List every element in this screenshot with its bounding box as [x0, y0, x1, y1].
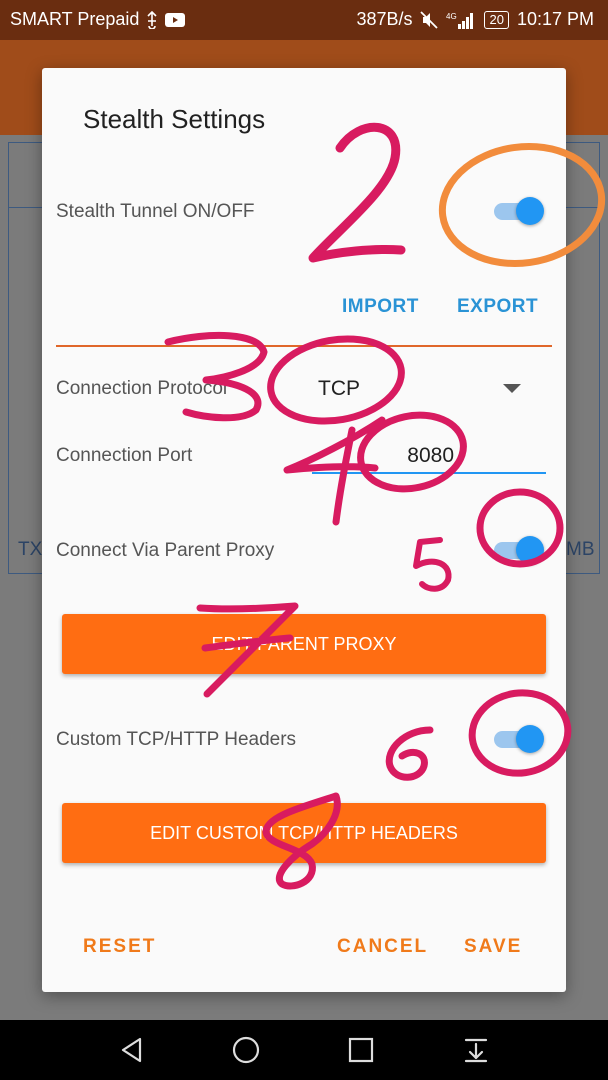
mute-icon: [420, 10, 439, 29]
connection-port-input[interactable]: [312, 440, 546, 474]
battery-level: 20: [484, 10, 509, 29]
back-icon[interactable]: [112, 1032, 152, 1068]
edit-custom-headers-button[interactable]: EDIT CUSTOM TCP/HTTP HEADERS: [62, 803, 546, 863]
save-button[interactable]: SAVE: [464, 936, 522, 958]
connection-port-label: Connection Port: [56, 445, 193, 466]
background-mb-label: MB: [566, 539, 595, 560]
carrier-name: SMART Prepaid: [10, 9, 140, 29]
custom-headers-label: Custom TCP/HTTP Headers: [56, 729, 297, 750]
stealth-tunnel-switch[interactable]: [490, 195, 546, 227]
switch-thumb: [516, 197, 544, 225]
dialog-title: Stealth Settings: [83, 104, 266, 134]
status-bar: SMART Prepaid 387B/s 4G 20 10:17 PM: [0, 0, 608, 40]
net-speed: 387B/s: [356, 9, 413, 29]
background-tx-label: TX: [18, 539, 43, 560]
parent-proxy-switch[interactable]: [490, 534, 546, 566]
section-divider: [56, 345, 552, 347]
switch-thumb: [516, 725, 544, 753]
signal-icon: 4G: [446, 11, 476, 29]
stealth-tunnel-label: Stealth Tunnel ON/OFF: [56, 201, 255, 222]
connection-protocol-label: Connection Protocol: [56, 378, 228, 399]
edit-parent-proxy-button[interactable]: EDIT PARENT PROXY: [62, 614, 546, 674]
notification-pull-icon[interactable]: [456, 1032, 496, 1068]
stealth-settings-dialog: Stealth Settings Stealth Tunnel ON/OFF I…: [42, 68, 566, 992]
recents-icon[interactable]: [341, 1032, 381, 1068]
youtube-icon: [165, 12, 186, 27]
export-button[interactable]: EXPORT: [457, 296, 538, 318]
navigation-bar: [0, 1020, 608, 1080]
reset-button[interactable]: RESET: [83, 936, 156, 958]
dropdown-arrow-icon: [503, 384, 521, 393]
switch-thumb: [516, 536, 544, 564]
protocol-value: TCP: [318, 377, 360, 400]
cancel-button[interactable]: CANCEL: [337, 936, 428, 958]
network-type: 4G: [446, 12, 457, 21]
clock: 10:17 PM: [516, 9, 594, 29]
home-icon[interactable]: [226, 1032, 266, 1068]
import-button[interactable]: IMPORT: [342, 296, 419, 318]
custom-headers-switch[interactable]: [490, 723, 546, 755]
parent-proxy-label: Connect Via Parent Proxy: [56, 540, 275, 561]
usb-icon: [145, 10, 159, 29]
